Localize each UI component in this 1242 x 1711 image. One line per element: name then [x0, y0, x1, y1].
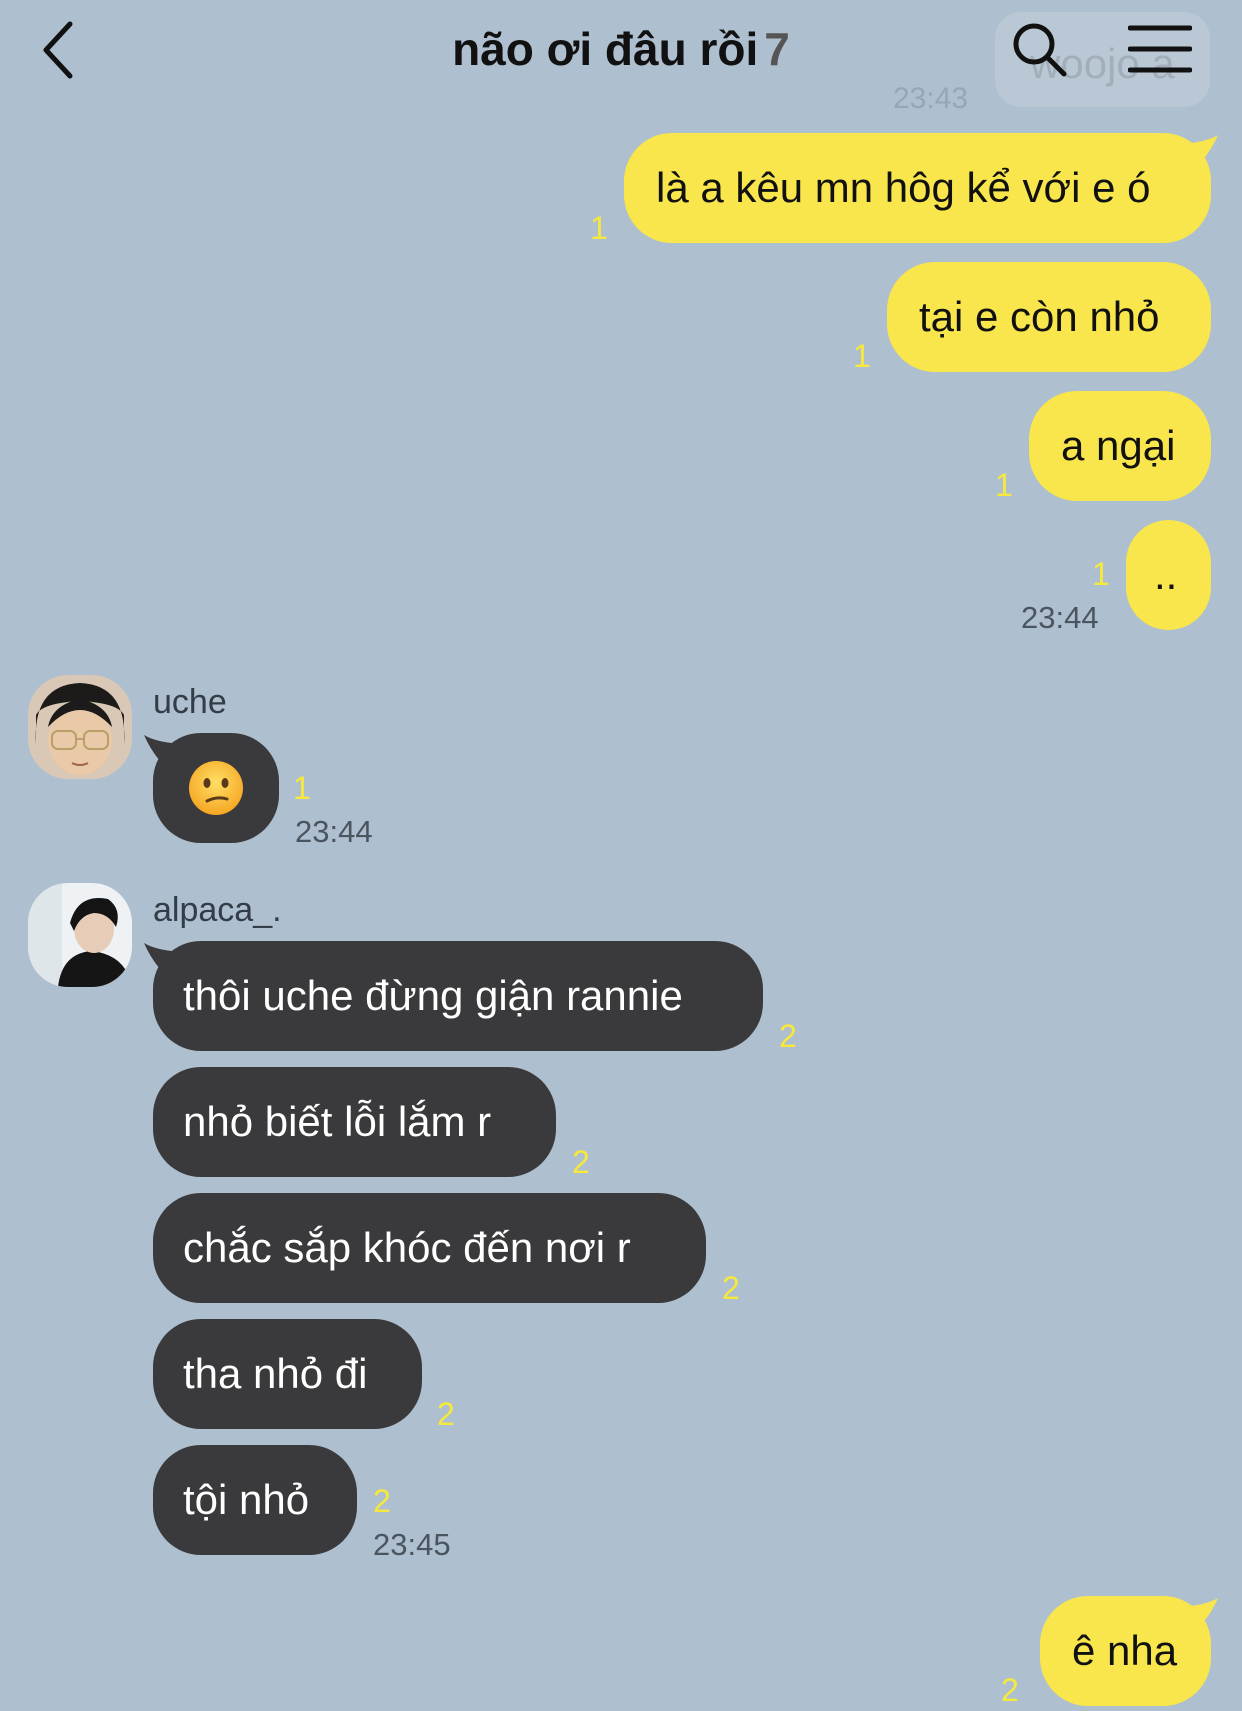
profile-photo-uche [28, 675, 132, 779]
bubble-tail [1190, 1598, 1218, 1624]
unread-count: 1 [590, 210, 608, 246]
unread-count: 2 [572, 1144, 590, 1180]
search-button[interactable] [1010, 20, 1068, 78]
message-time: 23:44 [1021, 600, 1099, 635]
message-text: tha nhỏ đi [183, 1350, 368, 1397]
message-text: tại e còn nhỏ [919, 293, 1160, 340]
message-text: .. [1154, 551, 1178, 598]
unread-count: 2 [722, 1270, 740, 1306]
my-message-bubble[interactable]: a ngại [1029, 391, 1211, 501]
unread-count: 1 [1092, 556, 1110, 592]
confused-face-emoji-icon [189, 761, 243, 815]
unread-count: 2 [437, 1396, 455, 1432]
unread-count: 2 [373, 1483, 391, 1519]
sender-name: alpaca_. [153, 891, 282, 929]
message-text: ê nha [1072, 1627, 1178, 1674]
their-message-bubble[interactable]: thôi uche đừng giận rannie [153, 941, 763, 1051]
search-icon [1013, 23, 1067, 77]
profile-photo-alpaca [28, 883, 132, 987]
message-text: a ngại [1061, 422, 1176, 469]
my-message-bubble[interactable]: tại e còn nhỏ [887, 262, 1211, 372]
unread-count: 1 [995, 467, 1013, 503]
menu-button[interactable] [1127, 24, 1193, 74]
message-text: nhỏ biết lỗi lắm r [183, 1098, 492, 1145]
sender-name: uche [153, 683, 227, 721]
unread-count: 1 [853, 338, 871, 374]
unread-count: 1 [293, 770, 311, 806]
my-message-bubble[interactable]: ê nha [1040, 1596, 1211, 1706]
their-message-bubble[interactable]: nhỏ biết lỗi lắm r [153, 1067, 556, 1177]
unread-count: 2 [779, 1018, 797, 1054]
member-count: 7 [764, 23, 790, 75]
message-time: 23:44 [295, 814, 373, 849]
unread-count: 2 [1001, 1672, 1019, 1708]
chat-room-name: não ơi đâu rồi [452, 23, 759, 75]
avatar[interactable] [28, 675, 132, 779]
avatar[interactable] [28, 883, 132, 987]
their-message-bubble[interactable]: chắc sắp khóc đến nơi r [153, 1193, 706, 1303]
faded-preview-time: 23:43 [893, 82, 969, 115]
their-message-bubble[interactable]: tội nhỏ [153, 1445, 357, 1555]
my-message-bubble[interactable]: là a kêu mn hôg kể với e ó [624, 133, 1211, 243]
their-message-bubble[interactable]: tha nhỏ đi [153, 1319, 422, 1429]
message-time: 23:45 [373, 1527, 451, 1562]
chat-header: woojo a 23:43 não ơi đâu rồi 7 [0, 0, 1242, 115]
message-text: thôi uche đừng giận rannie [183, 972, 683, 1019]
bubble-tail [1190, 135, 1218, 161]
hamburger-menu-icon [1127, 25, 1193, 73]
message-text: là a kêu mn hôg kể với e ó [656, 164, 1151, 211]
message-text: tội nhỏ [183, 1476, 310, 1523]
their-message-bubble[interactable] [153, 733, 279, 843]
my-message-bubble[interactable]: .. [1126, 520, 1211, 630]
message-text: chắc sắp khóc đến nơi r [183, 1224, 631, 1271]
